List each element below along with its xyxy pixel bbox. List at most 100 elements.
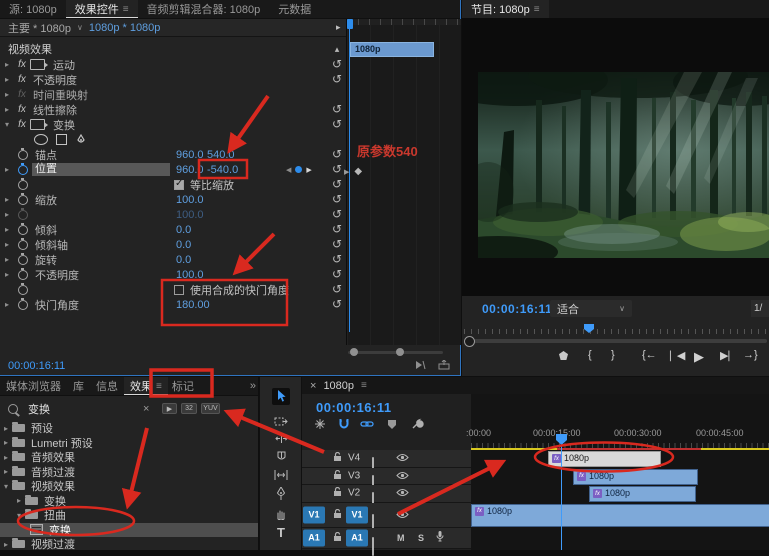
accelerated-effects-filter[interactable]: ▶	[162, 403, 177, 414]
tree-item-transform-effect[interactable]: 变换	[0, 523, 258, 538]
fx-icon[interactable]: fx	[14, 59, 30, 70]
twirl-icon[interactable]: ▸	[0, 255, 14, 264]
razor-tool[interactable]	[272, 448, 290, 465]
track-header-a1[interactable]: A1 A1 M S	[302, 528, 471, 549]
sync-lock-icon[interactable]	[372, 537, 374, 556]
use-comp-shutter-checkbox[interactable]	[174, 285, 184, 295]
reset-effect-button[interactable]: ↺	[330, 57, 344, 72]
param-scale[interactable]: ▸ 缩放 100.0 ↺	[0, 192, 345, 207]
twirl-icon[interactable]: ▸	[0, 225, 14, 234]
track-header-v2[interactable]: V2	[302, 485, 471, 503]
lock-icon[interactable]	[333, 449, 342, 467]
more-tabs-icon[interactable]: »	[248, 377, 258, 395]
param-shutter-angle[interactable]: ▸ 快门角度 180.00 ↺	[0, 297, 345, 312]
param-opacity[interactable]: ▸ 不透明度 100.0 ↺	[0, 267, 345, 282]
timeline-timecode[interactable]: 00:00:16:11	[316, 400, 392, 415]
track-target-v1[interactable]: V1	[346, 506, 368, 523]
tab-program[interactable]: 节目: 1080p ≡	[462, 0, 549, 18]
tree-item-audio-transitions[interactable]: ▸ 音频过渡	[0, 465, 258, 480]
clear-search-icon[interactable]: ×	[143, 403, 149, 415]
lock-icon[interactable]	[333, 506, 342, 524]
opacity-value[interactable]: 100.0	[176, 269, 204, 281]
stopwatch-icon[interactable]	[18, 255, 28, 265]
prev-keyframe-icon[interactable]: ◀	[286, 166, 291, 174]
mark-out-button[interactable]: }	[611, 349, 615, 361]
stopwatch-icon[interactable]	[18, 285, 28, 295]
reset-param-button[interactable]: ↺	[330, 222, 344, 237]
reset-param-button[interactable]: ↺	[330, 147, 344, 162]
tab-info[interactable]: 信息	[90, 377, 124, 395]
lock-icon[interactable]	[333, 484, 342, 502]
reset-param-button[interactable]: ↺	[330, 267, 344, 282]
skew-axis-value[interactable]: 0.0	[176, 239, 191, 251]
toggle-track-output-icon[interactable]	[396, 467, 409, 485]
twirl-icon[interactable]: ▸	[0, 467, 12, 476]
twirl-icon[interactable]: ▾	[0, 482, 12, 491]
param-anchor-point[interactable]: 锚点 960.0 540.0 ↺	[0, 147, 345, 162]
chevron-down-icon[interactable]: ∨	[77, 23, 83, 32]
ellipse-mask-icon[interactable]	[34, 134, 48, 145]
tree-item-presets[interactable]: ▸ 预设	[0, 421, 258, 436]
track-header-v3[interactable]: V3	[302, 468, 471, 486]
anchor-x-value[interactable]: 960.0	[176, 149, 204, 161]
scale-value[interactable]: 100.0	[176, 194, 204, 206]
effect-keyframe-timeline[interactable]: 1080p ▶ ◆	[346, 19, 461, 345]
tree-item-video-effects[interactable]: ▾ 视频效果	[0, 479, 258, 494]
reset-effect-button[interactable]: ↺	[330, 102, 344, 117]
reset-param-button[interactable]: ↺	[330, 177, 344, 192]
twirl-icon[interactable]: ▸	[0, 300, 14, 309]
panel-right-arrow-icon[interactable]: ▸	[336, 22, 341, 33]
step-back-button[interactable]: ◀	[670, 349, 685, 362]
mark-in-button[interactable]: {	[588, 349, 592, 361]
twirl-icon[interactable]: ▸	[0, 165, 14, 174]
reset-effect-button[interactable]: ↺	[330, 117, 344, 132]
stopwatch-icon[interactable]	[18, 195, 28, 205]
param-skew[interactable]: ▸ 倾斜 0.0 ↺	[0, 222, 345, 237]
twirl-icon[interactable]: ▸	[0, 424, 12, 433]
param-uniform-scale[interactable]: 等比缩放 ↺	[0, 177, 345, 192]
next-keyframe-icon[interactable]: ▶	[306, 166, 311, 174]
hand-tool[interactable]	[272, 505, 290, 522]
toggle-track-output-icon[interactable]	[396, 449, 409, 467]
clip-v4-1080p[interactable]: fx 1080p	[548, 451, 661, 467]
collapse-section-icon[interactable]: ▴	[330, 44, 344, 55]
linked-selection-icon[interactable]	[359, 417, 375, 431]
uniform-scale-checkbox[interactable]	[174, 180, 184, 190]
twirl-icon[interactable]: ▸	[0, 540, 12, 549]
effect-row-opacity[interactable]: ▸ fx 不透明度 ↺	[0, 72, 345, 87]
source-patch-v1[interactable]: V1	[303, 506, 325, 523]
mini-ruler[interactable]	[347, 19, 461, 25]
pen-mask-icon[interactable]	[75, 134, 87, 146]
tab-effect-controls[interactable]: 效果控件 ≡	[66, 0, 138, 18]
reset-param-button[interactable]: ↺	[330, 282, 344, 297]
param-rotation[interactable]: ▸ 旋转 0.0 ↺	[0, 252, 345, 267]
tab-markers[interactable]: 标记	[168, 377, 198, 395]
clip-v3-1080p[interactable]: fx 1080p	[573, 469, 698, 485]
twirl-icon[interactable]: ▸	[0, 270, 14, 279]
fx-icon[interactable]: fx	[14, 104, 30, 115]
rect-mask-icon[interactable]	[56, 134, 67, 145]
yuv-effects-filter[interactable]: YUV	[201, 403, 220, 414]
close-panel-icon[interactable]: ×	[310, 380, 316, 392]
timeline-tab-label[interactable]: 1080p	[323, 380, 354, 392]
section-video-effects[interactable]: 视频效果 ▴	[0, 41, 345, 57]
tab-audio-mixer[interactable]: 音频剪辑混合器: 1080p	[138, 0, 270, 18]
zoom-level-dropdown[interactable]: 适合 ∨	[550, 300, 632, 317]
tree-item-video-transitions[interactable]: ▸ 视频过渡	[0, 537, 258, 552]
timeline-ruler[interactable]	[471, 439, 769, 448]
program-scrollbar[interactable]	[474, 339, 767, 343]
add-keyframe-icon[interactable]	[295, 166, 302, 173]
insert-overwrite-icon[interactable]	[312, 417, 328, 431]
sequence-clip-label[interactable]: 1080p * 1080p	[89, 22, 161, 34]
mini-playhead-handle[interactable]	[347, 19, 353, 29]
track-select-forward-tool[interactable]	[272, 413, 290, 430]
source-patch-a1[interactable]: A1	[303, 529, 325, 546]
ec-timecode[interactable]: 00:00:16:11	[8, 360, 65, 372]
settings-icon[interactable]	[409, 417, 425, 431]
tab-media-browser[interactable]: 媒体浏览器	[0, 377, 67, 395]
type-tool[interactable]: T	[272, 524, 290, 541]
stopwatch-icon[interactable]	[18, 270, 28, 280]
reset-param-button[interactable]: ↺	[330, 162, 344, 177]
reset-param-button[interactable]: ↺	[330, 207, 344, 222]
step-forward-button[interactable]: ▶	[720, 349, 735, 362]
